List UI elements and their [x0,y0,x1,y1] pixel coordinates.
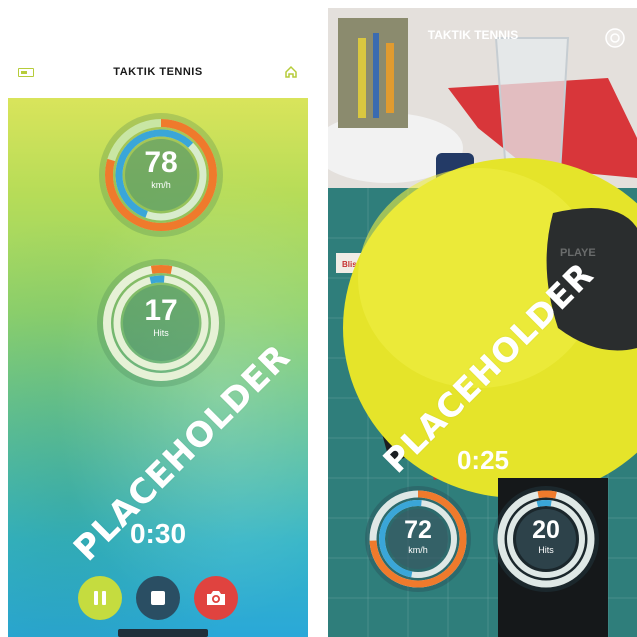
hits-unit-right: Hits [538,545,554,555]
stop-button[interactable] [136,576,180,620]
timer-left: 0:30 [129,518,187,549]
home-icon[interactable] [284,65,298,79]
hits-unit: Hits [153,328,169,338]
hits-ring-right: 20 Hits [491,484,601,594]
speed-ring-right: 72 km/h [363,484,473,594]
camera-switch-icon[interactable] [605,28,625,48]
pause-button[interactable] [78,576,122,620]
timer-right: 0:25 [456,445,510,475]
speed-unit-right: km/h [408,545,428,555]
bottom-handle [118,629,208,637]
pause-icon [94,591,106,605]
hits-value-right: 20 [532,516,560,544]
speed-value: 78 [144,146,178,179]
right-camera-view: Blistex PLAYE TAKTIK TENNIS PLACEHOLDER … [328,8,637,637]
hits-value: 17 [144,294,178,327]
camera-button[interactable] [194,576,238,620]
hits-ring: 17 Hits [94,256,228,390]
camera-icon [207,591,225,605]
speed-unit: km/h [151,180,171,190]
app-title-right: TAKTIK TENNIS [427,28,519,42]
speed-value-right: 72 [404,516,432,544]
left-phone-screen: 78 km/h 17 Hits PLACEHOLDER 0:30 [8,98,308,637]
app-title-left: TAKTIK TENNIS [113,66,203,78]
speed-ring: 78 km/h [96,110,226,240]
stop-icon [151,591,165,605]
